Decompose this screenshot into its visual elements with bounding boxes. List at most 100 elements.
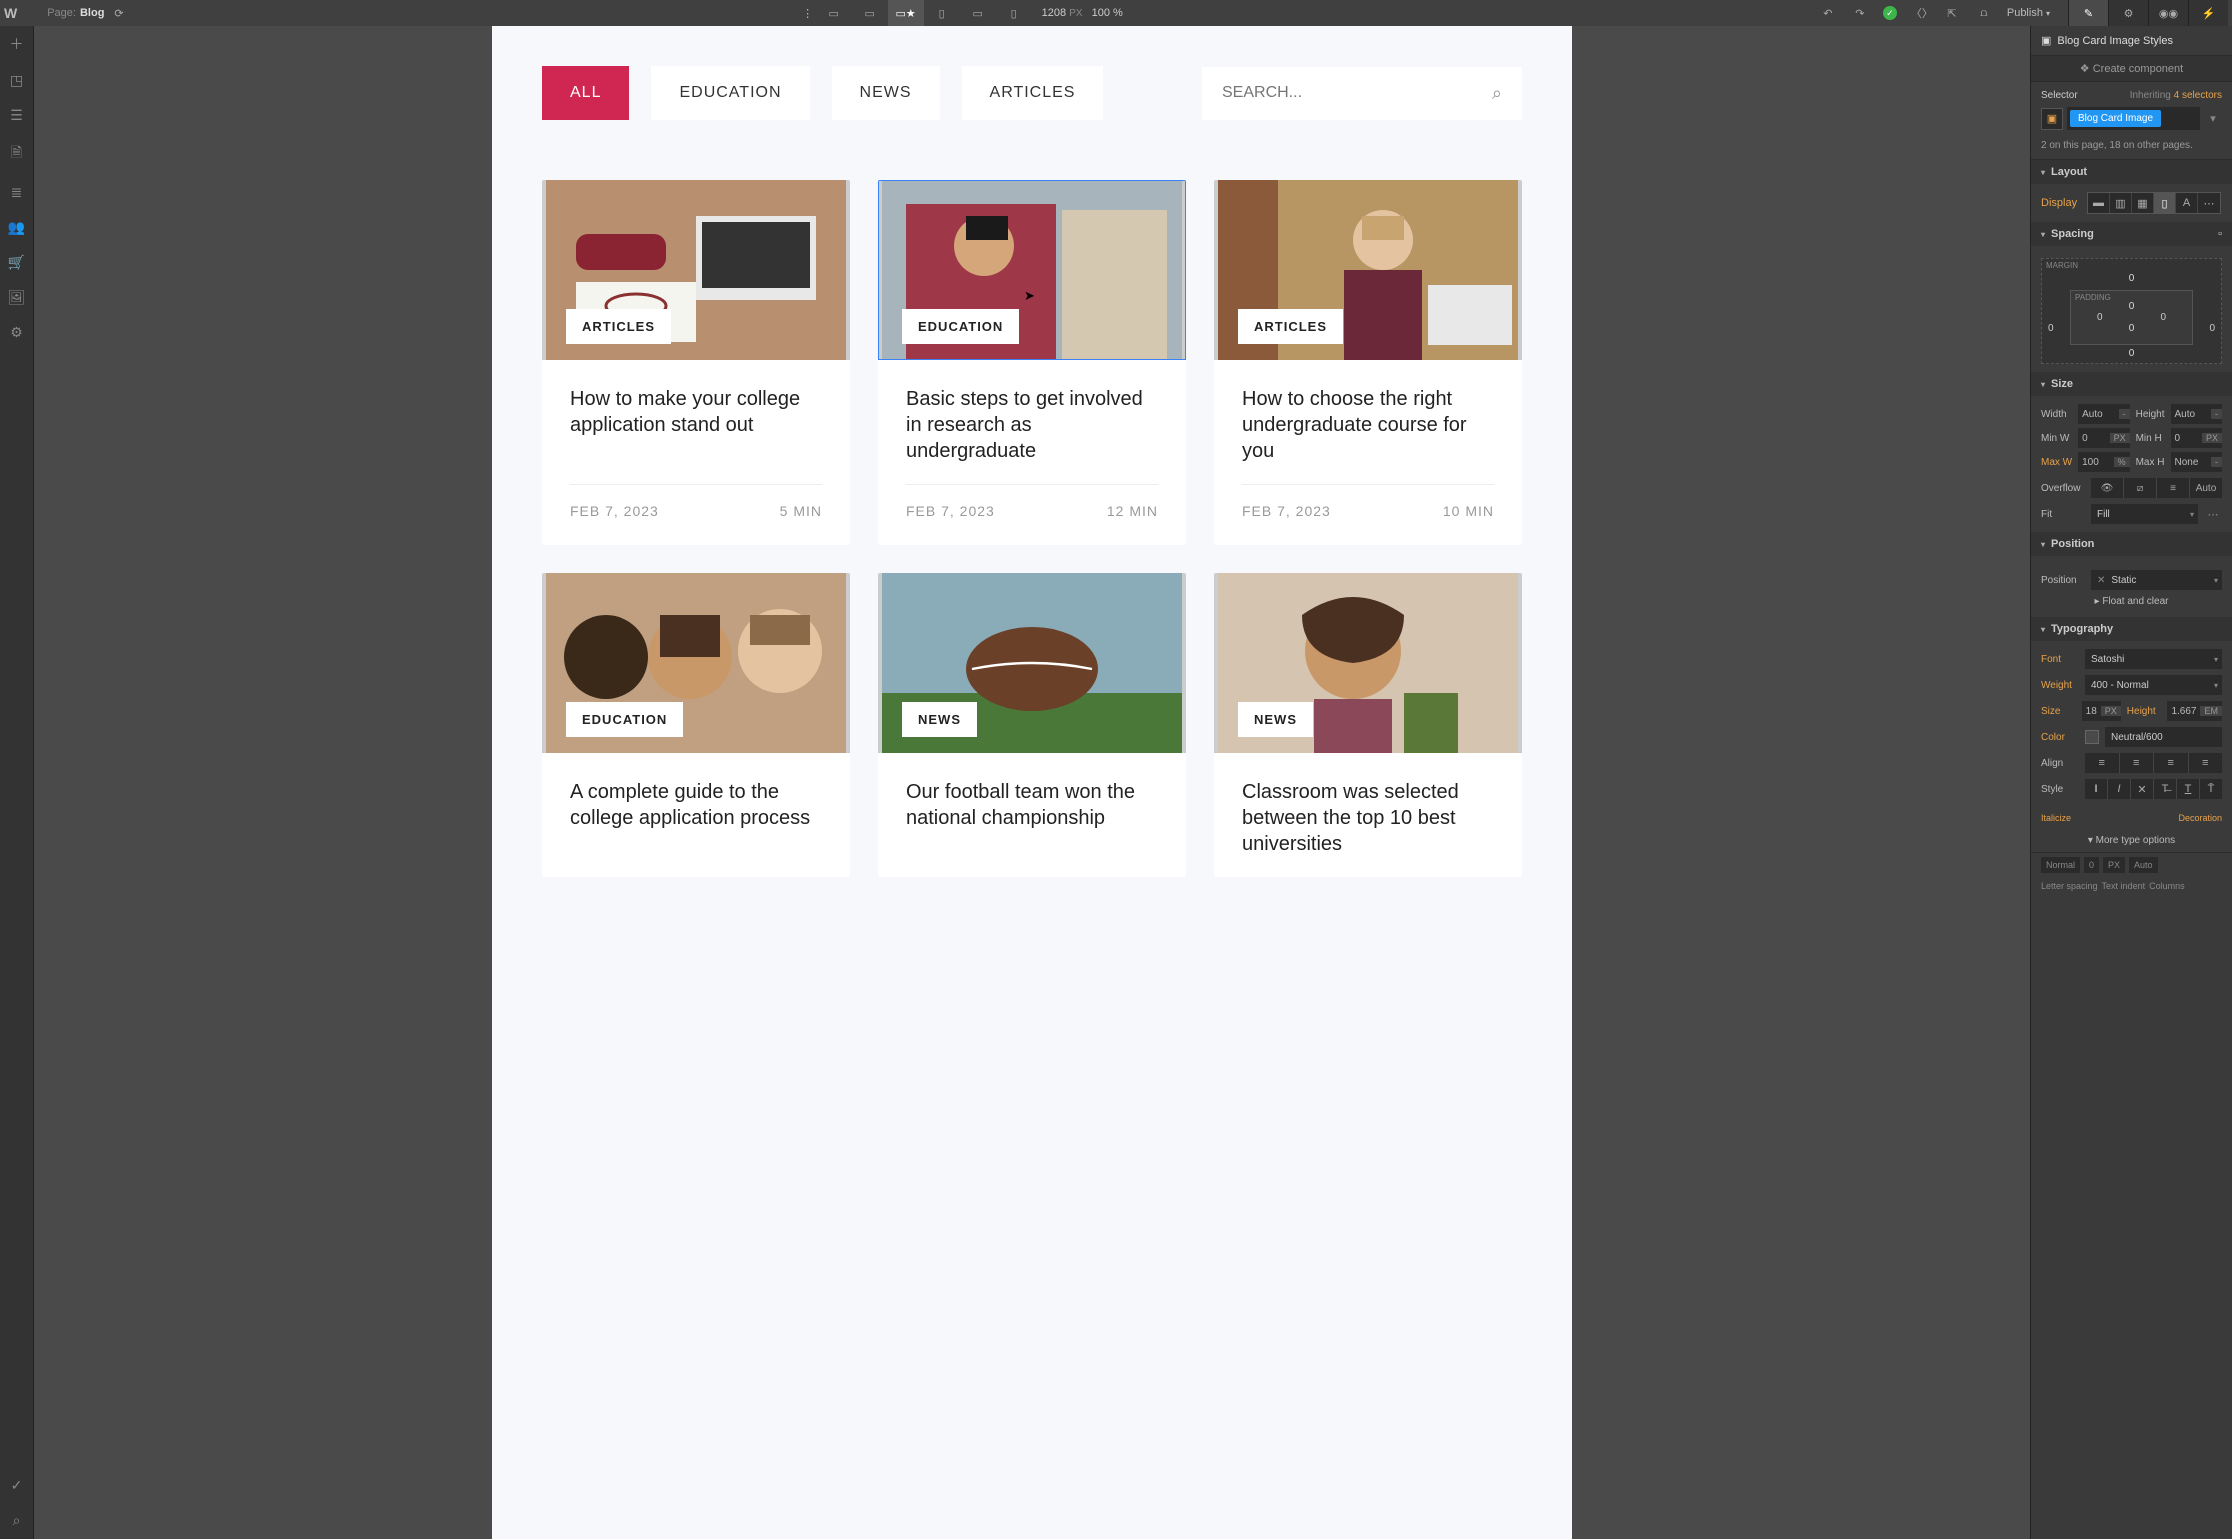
navigator-icon[interactable]: ☰ [10,107,23,124]
deco-strike-icon[interactable]: T̶ [2154,779,2177,799]
font-size-input[interactable]: 18PX [2082,701,2121,721]
category-badge[interactable]: ARTICLES [566,309,671,344]
blog-card[interactable]: ▣Blog Card Image⚙➤EDUCATIONBasic steps t… [878,180,1186,545]
display-block-icon[interactable]: ▬ [2088,193,2110,213]
status-ok-icon[interactable]: ✓ [1883,6,1897,20]
more-type-options-toggle[interactable]: ▾ More type options [2031,829,2232,852]
selector-dropdown-icon[interactable]: ▾ [2204,112,2222,125]
deco-none-icon[interactable]: ✕ [2131,779,2154,799]
kebab-menu-icon[interactable]: ⋮ [800,7,816,20]
blog-card[interactable]: NEWSOur football team won the national c… [878,573,1186,877]
weight-select[interactable]: 400 - Normal▾ [2085,675,2222,695]
blog-card[interactable]: NEWSClassroom was selected between the t… [1214,573,1522,877]
category-badge[interactable]: NEWS [1238,702,1313,737]
maxw-input[interactable]: 100% [2078,452,2129,472]
section-position-header[interactable]: ▾Position [2031,532,2232,556]
section-typography-header[interactable]: ▾Typography [2031,617,2232,641]
device-landscape-icon[interactable]: ▭ [960,0,996,26]
pages-icon[interactable]: ◳ [10,72,23,89]
blog-card[interactable]: ARTICLESHow to make your college applica… [542,180,850,545]
align-center-icon[interactable]: ≡ [2120,753,2155,773]
audit-icon[interactable]: ⩍ [1975,7,1993,20]
publish-button[interactable]: Publish ▾ [2007,7,2050,19]
blog-card[interactable]: EDUCATIONA complete guide to the college… [542,573,850,877]
class-selector-input[interactable]: Blog Card Image [2067,107,2200,130]
settings-icon[interactable]: ⚙ [10,324,23,341]
float-clear-toggle[interactable]: ▸ Float and clear [2041,590,2222,609]
indent-input[interactable]: Auto [2129,857,2158,873]
font-color-swatch[interactable] [2085,730,2099,744]
device-mobile-icon[interactable]: ▯ [996,0,1032,26]
display-none-icon[interactable]: ⋯ [2198,193,2220,213]
display-grid-icon[interactable]: ▦ [2132,193,2154,213]
padding-left[interactable]: 0 [2097,312,2103,323]
search-box[interactable]: ⌕ [1202,67,1522,120]
add-element-icon[interactable]: ＋ [10,34,24,54]
display-inline-block-icon[interactable]: ▯ [2154,193,2176,213]
viewport-size[interactable]: 1208 PX 100 % [1042,7,1123,19]
style-panel-tab-icon[interactable]: ✎ [2068,0,2108,26]
section-layout-header[interactable]: ▾Layout [2031,160,2232,184]
margin-bottom[interactable]: 0 [2070,348,2193,359]
overflow-scroll-icon[interactable]: ≡ [2157,478,2190,498]
blog-card-image[interactable]: EDUCATION [542,573,850,753]
deco-overline-icon[interactable]: T̄ [2200,779,2222,799]
align-right-icon[interactable]: ≡ [2154,753,2189,773]
padding-bottom[interactable]: 0 [2097,323,2166,334]
margin-top[interactable]: 0 [2070,273,2193,284]
redo-icon[interactable]: ↷ [1851,7,1869,20]
blog-card-image[interactable]: ARTICLES [1214,180,1522,360]
filter-tab-articles[interactable]: ARTICLES [962,66,1104,120]
filter-tab-all[interactable]: ALL [542,66,629,120]
deco-underline-icon[interactable]: T [2177,779,2200,799]
ls-input[interactable]: 0 [2084,857,2099,873]
designer-canvas[interactable]: ALL EDUCATION NEWS ARTICLES ⌕ ARTICLESHo… [34,26,2030,1539]
minh-input[interactable]: 0PX [2171,428,2223,448]
refresh-icon[interactable]: ⟳ [114,7,123,20]
inheriting-label[interactable]: Inheriting 4 selectors [2130,90,2222,101]
filter-tab-news[interactable]: NEWS [832,66,940,120]
style-regular-icon[interactable]: I [2085,779,2108,799]
position-select[interactable]: ✕Static▾ [2091,570,2222,590]
category-badge[interactable]: EDUCATION [566,702,683,737]
width-input[interactable]: Auto- [2078,404,2129,424]
users-icon[interactable]: 👥 [8,219,25,236]
cms-icon[interactable]: ≣ [11,184,23,201]
overflow-hidden-icon[interactable]: ⧄ [2124,478,2157,498]
padding-right[interactable]: 0 [2160,312,2166,323]
fit-more-icon[interactable]: ⋯ [2204,508,2222,521]
display-flex-icon[interactable]: ▥ [2110,193,2132,213]
interactions-panel-tab-icon[interactable]: ◉◉ [2148,0,2188,26]
ecommerce-icon[interactable]: 🛒 [8,254,25,271]
category-badge[interactable]: NEWS [902,702,977,737]
overflow-auto[interactable]: Auto [2190,478,2222,498]
category-badge[interactable]: EDUCATION [902,309,1019,344]
status-check-icon[interactable]: ✓ [11,1477,23,1494]
code-icon[interactable]: 〈〉 [1911,5,1929,21]
style-italic-icon[interactable]: I [2108,779,2131,799]
undo-icon[interactable]: ↶ [1819,7,1837,20]
device-base-icon[interactable]: ▭★ [888,0,924,26]
webflow-logo-icon[interactable]: W [4,5,17,21]
fit-select[interactable]: Fill▾ [2091,504,2198,524]
filter-tab-education[interactable]: EDUCATION [651,66,809,120]
spacing-expand-icon[interactable]: ▫ [2218,228,2222,240]
selector-state-icon[interactable]: ▣ [2041,108,2063,130]
effects-panel-tab-icon[interactable]: ⚡ [2188,0,2228,26]
maxh-input[interactable]: None- [2171,452,2223,472]
margin-left[interactable]: 0 [2048,323,2054,334]
search-input[interactable] [1222,84,1492,102]
blog-card-image[interactable]: ▣Blog Card Image⚙➤EDUCATION [878,180,1186,360]
line-height-input[interactable]: 1.667EM [2167,701,2222,721]
blog-card[interactable]: ARTICLESHow to choose the right undergra… [1214,180,1522,545]
minw-input[interactable]: 0PX [2078,428,2129,448]
display-inline-icon[interactable]: A [2176,193,2198,213]
align-justify-icon[interactable]: ≡ [2189,753,2223,773]
font-color-select[interactable]: Neutral/600 [2105,727,2222,747]
device-desktop-icon[interactable]: ▭ [852,0,888,26]
device-tablet-icon[interactable]: ▯ [924,0,960,26]
height-input[interactable]: Auto- [2171,404,2223,424]
settings-panel-tab-icon[interactable]: ⚙ [2108,0,2148,26]
create-component-button[interactable]: ❖ Create component [2031,56,2232,82]
section-size-header[interactable]: ▾Size [2031,372,2232,396]
